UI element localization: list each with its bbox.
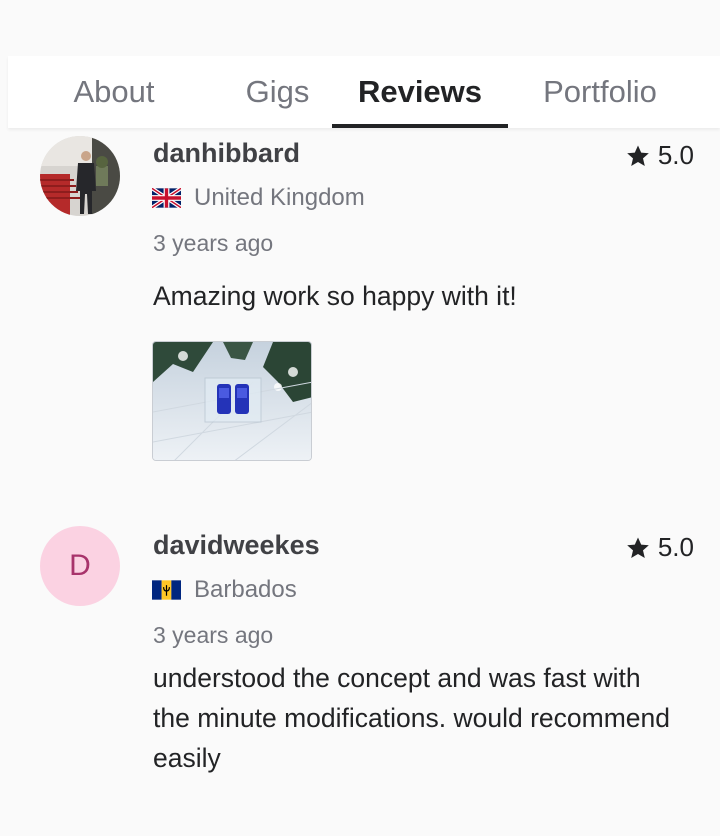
review-rating: 5.0 (626, 140, 694, 171)
review-time: 3 years ago (153, 622, 274, 648)
attachment-image (153, 342, 311, 460)
reviewer-username[interactable]: davidweekes (153, 530, 320, 561)
review-rating: 5.0 (626, 532, 694, 563)
barbados-flag-icon (152, 580, 181, 600)
rating-value: 5.0 (657, 532, 694, 562)
top-spacer (0, 0, 720, 56)
tab-portfolio[interactable]: Portfolio (508, 56, 692, 128)
review-text: understood the concept and was fast with… (153, 663, 670, 773)
reviewer-username[interactable]: danhibbard (153, 138, 300, 169)
country-name: United Kingdom (194, 184, 365, 211)
avatar[interactable]: D (40, 526, 120, 606)
tab-reviews[interactable]: Reviews (332, 56, 508, 128)
review-item: D davidweekes 5.0 Barbados 3 years ago u… (0, 518, 720, 836)
tab-about[interactable]: About (8, 56, 223, 128)
tab-gigs[interactable]: Gigs (223, 56, 332, 128)
review-item: danhibbard 5.0 United Kingdom 3 years ag… (0, 128, 720, 518)
avatar[interactable] (40, 136, 120, 216)
review-text: Amazing work so happy with it! (153, 281, 517, 311)
country-name: Barbados (194, 576, 297, 603)
profile-tabs: About Gigs Reviews Portfolio (8, 56, 720, 128)
star-icon (627, 537, 649, 558)
reviewer-country: United Kingdom (152, 184, 365, 212)
rating-value: 5.0 (657, 140, 694, 170)
uk-flag-icon (152, 188, 181, 208)
reviewer-country: Barbados (152, 576, 297, 604)
avatar-photo (40, 136, 120, 216)
star-icon (627, 145, 649, 166)
review-time: 3 years ago (153, 230, 274, 256)
review-attachment-thumbnail[interactable] (152, 341, 312, 461)
